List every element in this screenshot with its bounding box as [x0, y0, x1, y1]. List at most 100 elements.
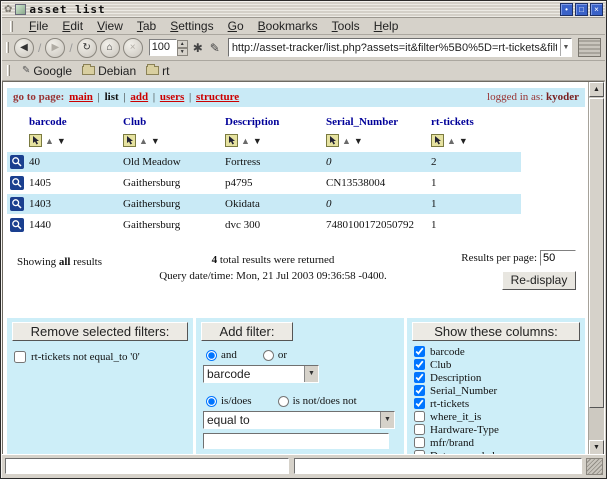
column-header-barcode[interactable]: barcode: [29, 116, 67, 128]
sort-desc-icon[interactable]: ▼: [459, 136, 468, 146]
sort-asc-icon[interactable]: ▲: [342, 136, 351, 146]
view-asset-icon[interactable]: [10, 155, 24, 169]
asterisk-icon[interactable]: ✱: [191, 41, 205, 55]
nav-link-structure[interactable]: structure: [196, 91, 239, 103]
column-checkbox-rt-tickets[interactable]: [414, 398, 425, 409]
column-header-club[interactable]: Club: [123, 116, 146, 128]
sort-asc-icon[interactable]: ▲: [139, 136, 148, 146]
sort-asc-icon[interactable]: ▲: [45, 136, 54, 146]
bookmark-google[interactable]: ✎ Google: [22, 64, 72, 78]
remove-filters-button[interactable]: Remove selected filters:: [12, 322, 188, 341]
url-dropdown-icon[interactable]: ▼: [560, 39, 571, 56]
chevron-down-icon[interactable]: ▼: [380, 412, 394, 428]
sort-desc-icon[interactable]: ▼: [57, 136, 66, 146]
menubar-drag-handle[interactable]: [10, 21, 13, 32]
cell-rt-tickets: 1: [431, 194, 437, 214]
minimize-button[interactable]: •: [560, 3, 573, 16]
total-text: total results were returned: [220, 254, 335, 266]
nav-link-main[interactable]: main: [69, 91, 93, 103]
redisplay-button[interactable]: Re-display: [502, 271, 576, 290]
header-controls-description: ▲ ▼: [225, 134, 262, 147]
filter-icon[interactable]: [225, 134, 238, 147]
bookmark-folder-rt[interactable]: rt: [146, 64, 169, 78]
view-asset-icon[interactable]: [10, 197, 24, 211]
sort-desc-icon[interactable]: ▼: [151, 136, 160, 146]
or-radio[interactable]: [263, 350, 274, 361]
menu-view[interactable]: View: [97, 19, 123, 33]
column-header-serial[interactable]: Serial_Number: [326, 116, 398, 128]
menu-go[interactable]: Go: [228, 19, 244, 33]
nav-link-users[interactable]: users: [160, 91, 184, 103]
bookmarks-drag-handle[interactable]: [7, 65, 10, 76]
column-checkbox-hardware-type[interactable]: [414, 424, 425, 435]
menu-bookmarks[interactable]: Bookmarks: [258, 19, 318, 33]
column-checkbox-where-it-is[interactable]: [414, 411, 425, 422]
url-input[interactable]: [229, 42, 560, 54]
show-columns-button[interactable]: Show these columns:: [412, 322, 580, 341]
column-checkbox-mfr-brand[interactable]: [414, 437, 425, 448]
nav-link-add[interactable]: add: [130, 91, 148, 103]
menu-tools[interactable]: Tools: [332, 19, 360, 33]
column-option-label: where_it_is: [430, 411, 481, 423]
filter-checkbox[interactable]: [14, 351, 26, 363]
filter-icon[interactable]: [123, 134, 136, 147]
spin-down-icon[interactable]: ▼: [177, 48, 188, 56]
column-header-description[interactable]: Description: [225, 116, 279, 128]
menu-tab[interactable]: Tab: [137, 19, 156, 33]
reload-button[interactable]: ↻: [77, 38, 97, 58]
add-filter-button[interactable]: Add filter:: [201, 322, 293, 341]
header-controls-club: ▲ ▼: [123, 134, 160, 147]
sort-asc-icon[interactable]: ▲: [241, 136, 250, 146]
filter-icon[interactable]: [326, 134, 339, 147]
sort-desc-icon[interactable]: ▼: [354, 136, 363, 146]
toolbar-drag-handle[interactable]: [6, 42, 9, 53]
close-button[interactable]: ×: [590, 3, 603, 16]
filter-icon[interactable]: [431, 134, 444, 147]
view-asset-icon[interactable]: [10, 176, 24, 190]
spin-up-icon[interactable]: ▲: [177, 40, 188, 48]
cell-rt-tickets: 1: [431, 173, 437, 193]
chevron-down-icon[interactable]: ▼: [304, 366, 318, 382]
view-asset-icon[interactable]: [10, 218, 24, 232]
back-button[interactable]: ◀: [14, 38, 34, 58]
home-button[interactable]: ⌂: [100, 38, 120, 58]
paintbrush-icon[interactable]: ✎: [208, 41, 222, 55]
results-per-page-input[interactable]: [540, 250, 576, 266]
app-icon: [15, 4, 26, 15]
column-checkbox-description[interactable]: [414, 372, 425, 383]
is-not-radio[interactable]: [278, 396, 289, 407]
cell-club: Gaithersburg: [123, 194, 180, 214]
forward-button[interactable]: ▶: [45, 38, 65, 58]
column-checkbox-club[interactable]: [414, 359, 425, 370]
window-menu-icon[interactable]: ✿: [4, 4, 12, 16]
menu-edit[interactable]: Edit: [62, 19, 83, 33]
filter-icon[interactable]: [29, 134, 42, 147]
filter-operator-select[interactable]: equal to ▼: [203, 411, 395, 429]
menu-file[interactable]: File: [29, 19, 48, 33]
column-option: Description: [414, 371, 581, 384]
results-per-page-label: Results per page:: [461, 252, 537, 264]
bookmark-folder-debian[interactable]: Debian: [82, 64, 136, 78]
sort-desc-icon[interactable]: ▼: [253, 136, 262, 146]
scrollbar-thumb[interactable]: [589, 98, 604, 408]
filter-field-select[interactable]: barcode ▼: [203, 365, 319, 383]
stop-button[interactable]: ×: [123, 38, 143, 58]
column-checkbox-serial[interactable]: [414, 385, 425, 396]
titlebar[interactable]: ✿ asset list • □ ×: [2, 2, 605, 18]
zoom-value-field[interactable]: 100: [149, 39, 177, 56]
column-checkbox-barcode[interactable]: [414, 346, 425, 357]
and-radio[interactable]: [206, 350, 217, 361]
resize-grip-icon[interactable]: [586, 458, 603, 475]
column-option-label: barcode: [430, 346, 465, 358]
bookmark-label: rt: [162, 64, 169, 78]
maximize-button[interactable]: □: [575, 3, 588, 16]
sort-asc-icon[interactable]: ▲: [447, 136, 456, 146]
scroll-up-icon[interactable]: ▲: [589, 82, 604, 97]
column-header-rt-tickets[interactable]: rt-tickets: [431, 116, 474, 128]
scroll-down-icon[interactable]: ▼: [589, 440, 604, 455]
is-does-radio[interactable]: [206, 396, 217, 407]
menu-settings[interactable]: Settings: [170, 19, 213, 33]
filter-value-input[interactable]: [203, 433, 389, 449]
menu-help[interactable]: Help: [374, 19, 399, 33]
vertical-scrollbar[interactable]: ▲ ▼: [588, 82, 604, 455]
